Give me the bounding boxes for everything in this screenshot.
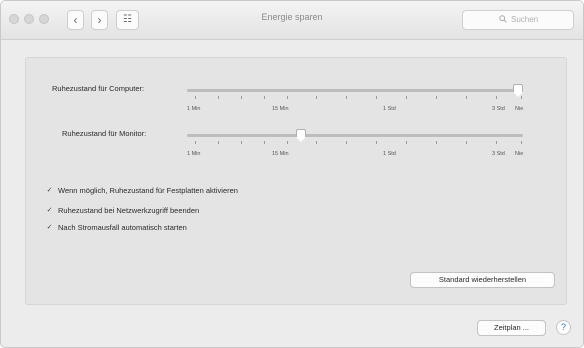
computer-sleep-slider[interactable] — [187, 89, 523, 92]
hard-disk-sleep-checkbox[interactable]: ✓ — [46, 187, 53, 194]
tick-label: 1 Std — [383, 106, 396, 112]
wake-network-label: Ruhezustand bei Netzwerkzugriff beenden — [58, 206, 200, 215]
auto-restart-label: Nach Stromausfall automatisch starten — [58, 223, 187, 232]
title-bar: ‹ › ☷ Energie sparen Suchen — [1, 1, 583, 40]
tick-label: 1 Min — [187, 106, 201, 112]
schedule-button[interactable]: Zeitplan ... — [477, 320, 546, 336]
tick-label: 15 Min — [272, 106, 289, 112]
tick-label: 1 Std — [383, 151, 396, 157]
preferences-window: ‹ › ☷ Energie sparen Suchen Ruhezustand … — [0, 0, 584, 348]
tick-label: 3 Std — [492, 151, 505, 157]
magnifier-icon — [499, 15, 507, 23]
search-placeholder: Suchen — [511, 15, 539, 24]
tick-label: 3 Std — [492, 106, 505, 112]
tick-label: Nie — [515, 106, 524, 112]
tick-label: 1 Min — [187, 151, 201, 157]
computer-sleep-label: Ruhezustand für Computer: — [52, 84, 145, 93]
tick-label: 15 Min — [272, 151, 289, 157]
question-mark-icon: ? — [560, 322, 566, 332]
wake-network-checkbox[interactable]: ✓ — [46, 207, 53, 214]
settings-panel: Ruhezustand für Computer: 1 Min 15 Min 1… — [25, 57, 567, 305]
monitor-sleep-slider[interactable] — [187, 134, 523, 137]
auto-restart-checkbox[interactable]: ✓ — [46, 224, 53, 231]
monitor-sleep-label: Ruhezustand für Monitor: — [62, 129, 147, 138]
help-button[interactable]: ? — [556, 320, 571, 335]
search-field[interactable]: Suchen — [462, 10, 574, 30]
restore-defaults-button[interactable]: Standard wiederherstellen — [410, 272, 555, 288]
hard-disk-sleep-label: Wenn möglich, Ruhezustand für Festplatte… — [58, 186, 238, 195]
tick-label: Nie — [515, 151, 524, 157]
